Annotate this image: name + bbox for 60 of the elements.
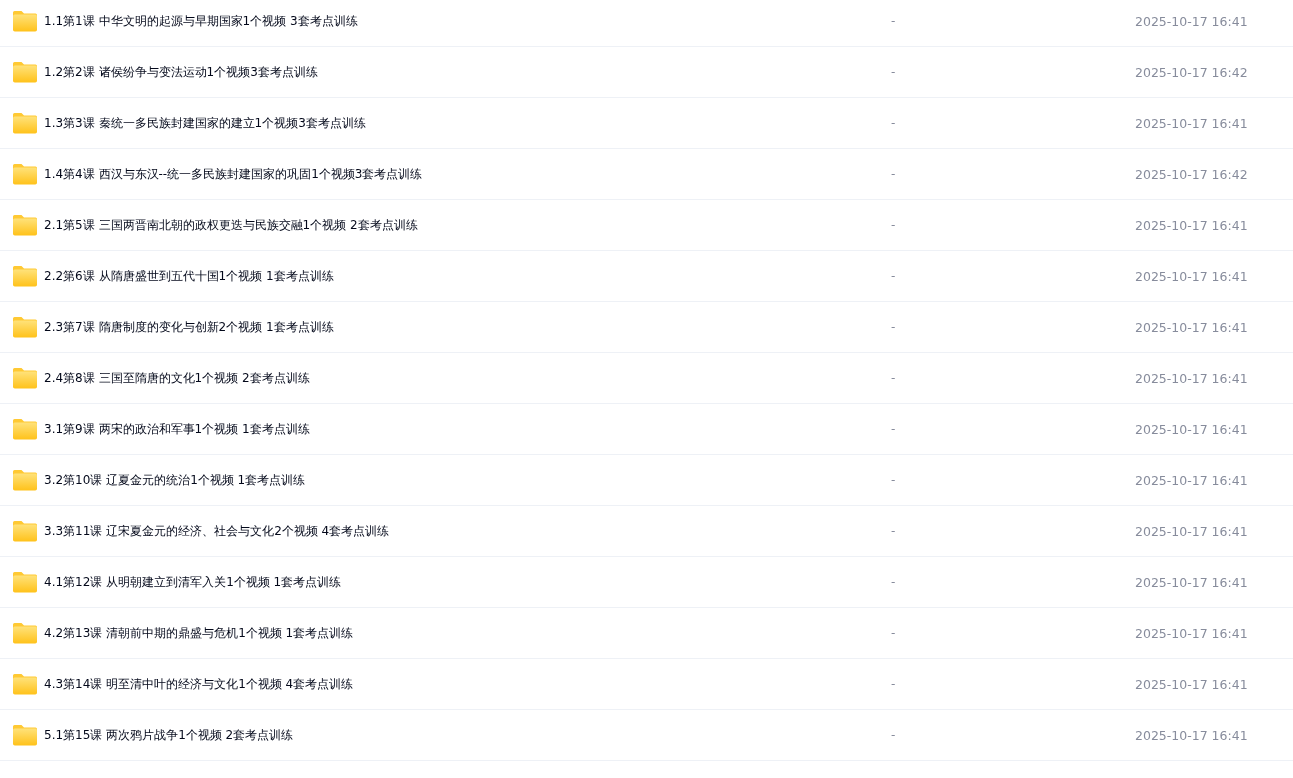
modified-date: 2025-10-17 16:41 bbox=[1135, 574, 1248, 590]
folder-name[interactable]: 2.2第6课 从隋唐盛世到五代十国1个视频 1套考点训练 bbox=[44, 267, 891, 285]
folder-name[interactable]: 4.2第13课 清朝前中期的鼎盛与危机1个视频 1套考点训练 bbox=[44, 624, 891, 642]
modified-date: 2025-10-17 16:41 bbox=[1135, 268, 1248, 284]
folder-icon bbox=[13, 163, 37, 185]
modified-date: 2025-10-17 16:42 bbox=[1135, 64, 1248, 80]
folder-name[interactable]: 2.1第5课 三国两晋南北朝的政权更迭与民族交融1个视频 2套考点训练 bbox=[44, 216, 891, 234]
modified-date: 2025-10-17 16:41 bbox=[1135, 625, 1248, 641]
folder-name[interactable]: 1.2第2课 诸侯纷争与变法运动1个视频3套考点训练 bbox=[44, 63, 891, 81]
folder-name[interactable]: 3.2第10课 辽夏金元的统治1个视频 1套考点训练 bbox=[44, 471, 891, 489]
file-size: - bbox=[891, 218, 896, 232]
file-size: - bbox=[891, 116, 896, 130]
folder-icon bbox=[13, 571, 37, 593]
folder-name[interactable]: 4.3第14课 明至清中叶的经济与文化1个视频 4套考点训练 bbox=[44, 675, 891, 693]
folder-icon bbox=[13, 418, 37, 440]
file-size: - bbox=[891, 167, 896, 181]
file-size: - bbox=[891, 14, 896, 28]
file-size: - bbox=[891, 677, 896, 691]
modified-date: 2025-10-17 16:41 bbox=[1135, 676, 1248, 692]
modified-date: 2025-10-17 16:41 bbox=[1135, 727, 1248, 743]
folder-icon bbox=[13, 214, 37, 236]
file-size: - bbox=[891, 728, 896, 742]
folder-icon bbox=[13, 724, 37, 746]
folder-icon bbox=[13, 316, 37, 338]
folder-name[interactable]: 3.1第9课 两宋的政治和军事1个视频 1套考点训练 bbox=[44, 420, 891, 438]
folder-icon bbox=[13, 112, 37, 134]
file-size: - bbox=[891, 626, 896, 640]
modified-date: 2025-10-17 16:42 bbox=[1135, 166, 1248, 182]
folder-name[interactable]: 1.4第4课 西汉与东汉--统一多民族封建国家的巩固1个视频3套考点训练 bbox=[44, 165, 891, 183]
folder-icon bbox=[13, 10, 37, 32]
folder-icon bbox=[13, 673, 37, 695]
file-size: - bbox=[891, 422, 896, 436]
file-size: - bbox=[891, 473, 896, 487]
folder-name[interactable]: 1.1第1课 中华文明的起源与早期国家1个视频 3套考点训练 bbox=[44, 12, 891, 30]
file-size: - bbox=[891, 575, 896, 589]
modified-date: 2025-10-17 16:41 bbox=[1135, 370, 1248, 386]
file-size: - bbox=[891, 524, 896, 538]
file-size: - bbox=[891, 65, 896, 79]
file-size: - bbox=[891, 371, 896, 385]
folder-icon bbox=[13, 367, 37, 389]
file-size: - bbox=[891, 320, 896, 334]
file-size: - bbox=[891, 269, 896, 283]
modified-date: 2025-10-17 16:41 bbox=[1135, 472, 1248, 488]
folder-name[interactable]: 3.3第11课 辽宋夏金元的经济、社会与文化2个视频 4套考点训练 bbox=[44, 522, 891, 540]
modified-date: 2025-10-17 16:41 bbox=[1135, 319, 1248, 335]
folder-icon bbox=[13, 520, 37, 542]
folder-icon bbox=[13, 469, 37, 491]
modified-date: 2025-10-17 16:41 bbox=[1135, 13, 1248, 29]
folder-name[interactable]: 4.1第12课 从明朝建立到清军入关1个视频 1套考点训练 bbox=[44, 573, 891, 591]
folder-name[interactable]: 1.3第3课 秦统一多民族封建国家的建立1个视频3套考点训练 bbox=[44, 114, 891, 132]
modified-date: 2025-10-17 16:41 bbox=[1135, 115, 1248, 131]
folder-name[interactable]: 2.4第8课 三国至隋唐的文化1个视频 2套考点训练 bbox=[44, 369, 891, 387]
modified-date: 2025-10-17 16:41 bbox=[1135, 523, 1248, 539]
folder-name[interactable]: 5.1第15课 两次鸦片战争1个视频 2套考点训练 bbox=[44, 726, 891, 744]
folder-icon bbox=[13, 265, 37, 287]
modified-date: 2025-10-17 16:41 bbox=[1135, 217, 1248, 233]
modified-date: 2025-10-17 16:41 bbox=[1135, 421, 1248, 437]
folder-icon bbox=[13, 622, 37, 644]
folder-icon bbox=[13, 61, 37, 83]
folder-name[interactable]: 2.3第7课 隋唐制度的变化与创新2个视频 1套考点训练 bbox=[44, 318, 891, 336]
